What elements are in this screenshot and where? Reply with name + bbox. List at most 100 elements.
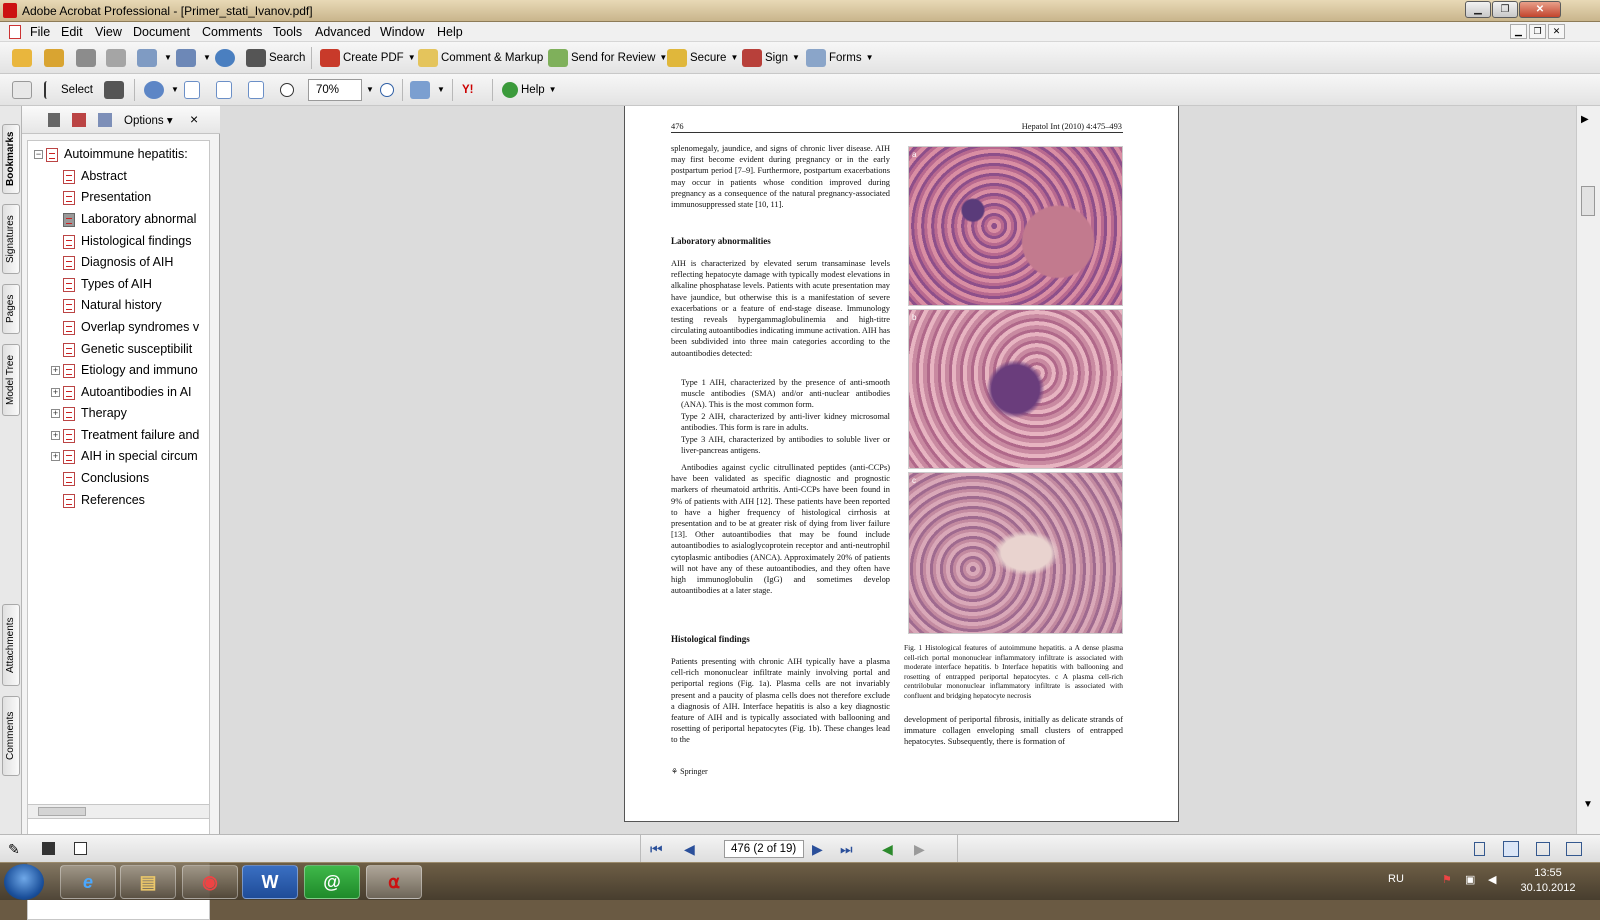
- language-indicator[interactable]: RU: [1388, 873, 1404, 885]
- bookmark-item[interactable]: Treatment failure and: [63, 425, 209, 445]
- yahoo-toolbar-icon[interactable]: Y!: [462, 79, 474, 101]
- facing-icon[interactable]: [1536, 842, 1550, 856]
- bookmark-item[interactable]: References: [63, 490, 209, 510]
- expand-icon[interactable]: +: [51, 409, 60, 418]
- tab-bookmarks[interactable]: Bookmarks: [2, 124, 20, 194]
- collapse-icon[interactable]: −: [34, 150, 43, 159]
- export-icon[interactable]: ▼: [137, 47, 172, 69]
- secure-button[interactable]: Secure ▼: [667, 47, 738, 69]
- bookmark-item[interactable]: Laboratory abnormal: [63, 209, 209, 229]
- organizer-icon[interactable]: [44, 47, 67, 69]
- single-page-icon[interactable]: [1474, 842, 1485, 856]
- help-button[interactable]: Help ▼: [502, 79, 557, 101]
- rotate-view-icon[interactable]: ▼: [410, 79, 445, 101]
- menu-tools[interactable]: Tools: [273, 25, 302, 39]
- expand-icon[interactable]: +: [51, 452, 60, 461]
- search-button[interactable]: Search: [246, 47, 305, 69]
- attach-icon[interactable]: ▼: [176, 47, 211, 69]
- fit-page-icon[interactable]: [216, 79, 235, 101]
- flag-icon[interactable]: ⚑: [1442, 873, 1452, 886]
- explorer-folder-icon[interactable]: ▤: [120, 865, 176, 899]
- menu-help[interactable]: Help: [437, 25, 463, 39]
- bookmark-item[interactable]: Presentation: [63, 187, 209, 207]
- create-pdf-button[interactable]: Create PDF ▼: [320, 47, 416, 69]
- mail-agent-icon[interactable]: @: [304, 865, 360, 899]
- delete-bookmark-icon[interactable]: [48, 113, 60, 127]
- zoom-out-icon[interactable]: [280, 79, 297, 101]
- menu-comments[interactable]: Comments: [202, 25, 262, 39]
- bookmark-item[interactable]: Overlap syndromes v: [63, 317, 209, 337]
- page-number-input[interactable]: 476 (2 of 19): [724, 840, 804, 858]
- expand-icon[interactable]: +: [51, 388, 60, 397]
- actual-size-icon[interactable]: [184, 79, 203, 101]
- menu-view[interactable]: View: [95, 25, 122, 39]
- select-tool-button[interactable]: Select: [44, 79, 93, 101]
- zoom-in-plus-icon[interactable]: [380, 79, 397, 101]
- scrollbar-thumb[interactable]: [1581, 186, 1595, 216]
- menu-advanced[interactable]: Advanced: [315, 25, 371, 39]
- email-icon[interactable]: [215, 47, 238, 69]
- next-page-button[interactable]: ▶: [812, 841, 823, 858]
- open-icon[interactable]: [12, 47, 35, 69]
- tab-attachments[interactable]: Attachments: [2, 604, 20, 686]
- first-page-button[interactable]: ⏮: [650, 841, 663, 858]
- menu-edit[interactable]: Edit: [61, 25, 83, 39]
- new-bookmark-icon[interactable]: [72, 113, 86, 127]
- paperclip-icon[interactable]: ✎: [8, 841, 20, 858]
- continuous-facing-icon[interactable]: [1566, 842, 1582, 856]
- last-page-button[interactable]: ⏭: [840, 841, 853, 858]
- document-viewport[interactable]: 476 Hepatol Int (2010) 4:475–493 splenom…: [228, 106, 1576, 834]
- bookmark-item[interactable]: Genetic susceptibilit: [63, 339, 209, 359]
- menu-document[interactable]: Document: [133, 25, 190, 39]
- bookmark-item[interactable]: Natural history: [63, 295, 209, 315]
- zoom-in-icon[interactable]: ▼: [144, 79, 179, 101]
- page-options-icon[interactable]: [42, 842, 55, 855]
- tab-signatures[interactable]: Signatures: [2, 204, 20, 274]
- close-button[interactable]: ✕: [1519, 1, 1561, 18]
- start-button[interactable]: [4, 864, 44, 900]
- zoom-dropdown-icon[interactable]: ▼: [362, 79, 374, 101]
- word-icon[interactable]: W: [242, 865, 298, 899]
- menu-window[interactable]: Window: [380, 25, 424, 39]
- expand-icon[interactable]: +: [51, 431, 60, 440]
- menu-file[interactable]: File: [30, 25, 50, 39]
- tab-comments[interactable]: Comments: [2, 696, 20, 776]
- internet-explorer-icon[interactable]: e: [60, 865, 116, 899]
- expand-bookmark-icon[interactable]: [98, 113, 112, 127]
- bookmarks-horizontal-scrollbar[interactable]: [27, 804, 210, 819]
- minimize-button[interactable]: ▁: [1465, 1, 1491, 18]
- next-view-button[interactable]: ▶: [914, 841, 925, 858]
- send-for-review-button[interactable]: Send for Review ▼: [548, 47, 667, 69]
- document-icon[interactable]: [9, 25, 21, 39]
- bookmark-item[interactable]: Autoantibodies in AI: [63, 382, 209, 402]
- bookmark-item[interactable]: Diagnosis of AIH: [63, 252, 209, 272]
- bookmark-item[interactable]: AIH in special circum: [63, 446, 209, 466]
- options-menu[interactable]: Options ▾: [124, 113, 173, 127]
- expand-icon[interactable]: +: [51, 366, 60, 375]
- system-clock[interactable]: 13:55 30.10.2012: [1508, 866, 1588, 896]
- doc-restore-button[interactable]: ❐: [1529, 24, 1546, 39]
- comment-markup-button[interactable]: Comment & Markup▼: [418, 47, 555, 69]
- sign-button[interactable]: Sign ▼: [742, 47, 800, 69]
- close-panel-button[interactable]: ×: [190, 111, 198, 127]
- bookmark-item[interactable]: Histological findings: [63, 231, 209, 251]
- previous-page-button[interactable]: ◀: [684, 841, 695, 858]
- tab-model-tree[interactable]: Model Tree: [2, 344, 20, 416]
- maximize-button[interactable]: ❐: [1492, 1, 1518, 18]
- doc-minimize-button[interactable]: ▁: [1510, 24, 1527, 39]
- save-icon[interactable]: [76, 47, 99, 69]
- bookmark-item[interactable]: Conclusions: [63, 468, 209, 488]
- doc-close-button[interactable]: ✕: [1548, 24, 1565, 39]
- zoom-level-input[interactable]: 70%: [308, 79, 362, 101]
- tab-pages[interactable]: Pages: [2, 284, 20, 334]
- bookmark-item[interactable]: Etiology and immuno: [63, 360, 209, 380]
- forms-button[interactable]: Forms ▼: [806, 47, 874, 69]
- acrobat-taskbar-icon[interactable]: ⍺: [366, 865, 422, 899]
- page-info-icon[interactable]: [74, 842, 87, 855]
- network-icon[interactable]: ▣: [1465, 873, 1475, 886]
- document-vertical-scrollbar[interactable]: ▶ ▼: [1576, 106, 1600, 834]
- previous-view-button[interactable]: ◀: [882, 841, 893, 858]
- bookmark-item[interactable]: Types of AIH: [63, 274, 209, 294]
- continuous-icon[interactable]: [1503, 841, 1519, 857]
- volume-icon[interactable]: ◀: [1488, 873, 1496, 886]
